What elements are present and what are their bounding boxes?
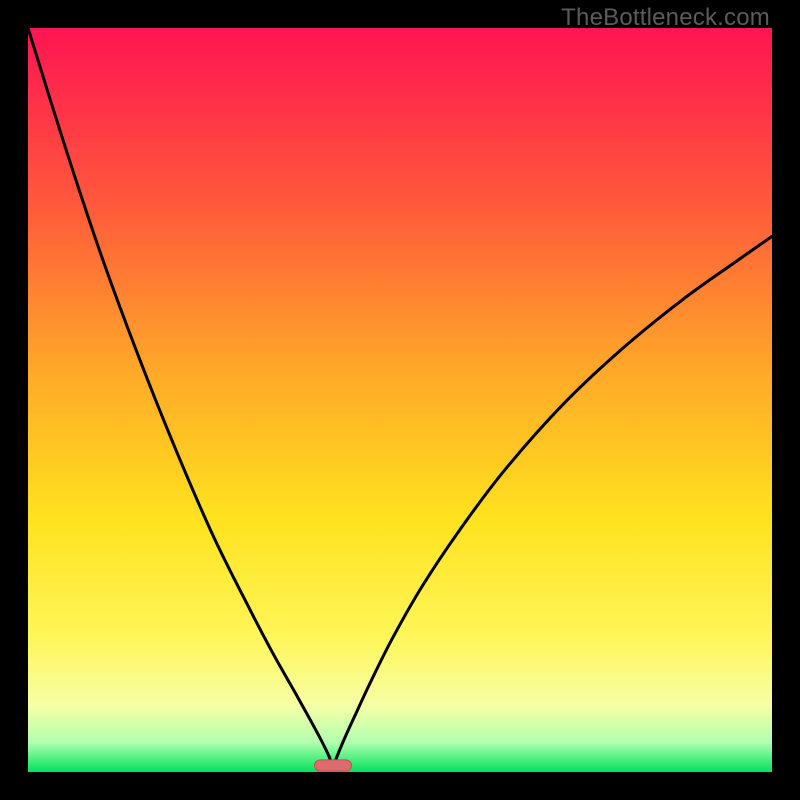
watermark-text: TheBottleneck.com bbox=[561, 4, 770, 32]
chart-frame: TheBottleneck.com bbox=[0, 0, 800, 800]
chart-svg bbox=[28, 28, 772, 772]
gradient-background bbox=[28, 28, 772, 772]
plot-area bbox=[28, 28, 772, 772]
minimum-marker bbox=[314, 760, 351, 771]
